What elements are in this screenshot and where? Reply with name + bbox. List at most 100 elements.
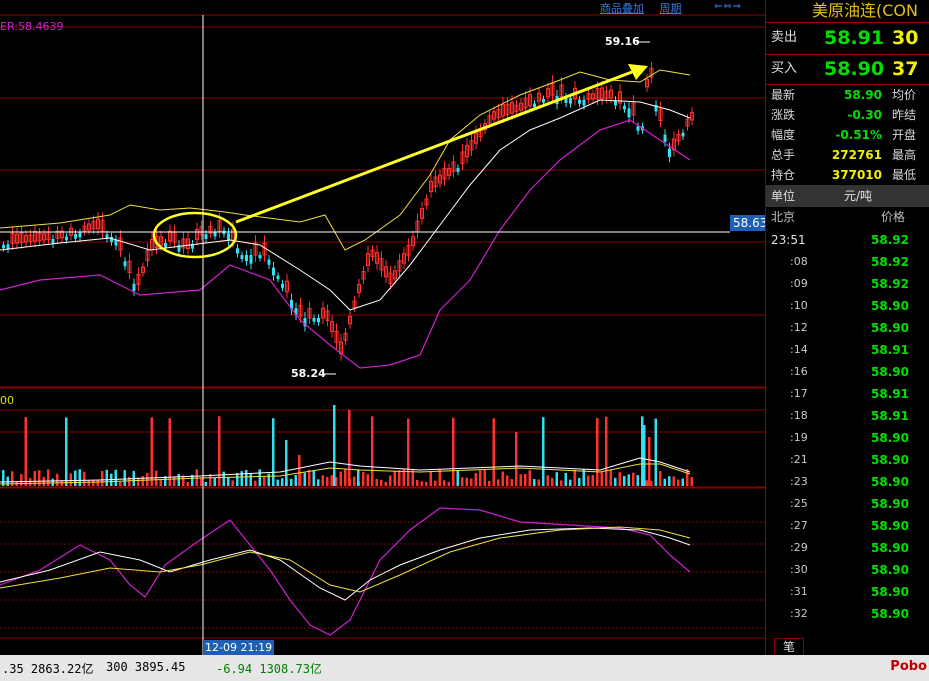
volume-bar <box>186 481 189 486</box>
macd-signal-line <box>0 526 691 593</box>
volume-bar <box>159 479 162 486</box>
candle-body <box>663 134 667 142</box>
tick-time: :14 <box>790 343 808 356</box>
volume-bar <box>366 474 369 486</box>
volume-bar <box>488 481 491 486</box>
volume-bar <box>87 480 90 486</box>
quote-field-label: 总手 <box>771 148 796 162</box>
volume-bar <box>452 417 455 486</box>
volume-bar <box>434 480 437 486</box>
volume-bar <box>290 478 293 486</box>
buy-row[interactable]: 买入 58.90 37 <box>766 55 929 83</box>
candle-body <box>582 99 586 106</box>
volume-bar <box>483 469 486 486</box>
volume-bar <box>389 475 392 486</box>
tick-price: 58.90 <box>871 519 909 533</box>
quote-field-label-2: 最低 <box>892 168 917 182</box>
volume-bar <box>479 470 482 486</box>
volume-bar <box>407 418 410 486</box>
volume-bar <box>492 418 495 486</box>
tick-time: :19 <box>790 431 808 444</box>
volume-bar <box>524 473 527 486</box>
tick-price: 58.91 <box>871 343 909 357</box>
volume-bar <box>173 476 176 486</box>
volume-bar <box>236 473 239 486</box>
volume-bar <box>438 469 441 486</box>
tick-price: 58.90 <box>871 431 909 445</box>
volume-bar <box>416 479 419 486</box>
volume-bar <box>263 476 266 486</box>
volume-bar <box>231 480 234 486</box>
volume-bar <box>353 476 356 486</box>
tab-ticks[interactable]: 笔 <box>774 638 804 655</box>
kline-chart-svg[interactable] <box>0 0 765 655</box>
volume-bar <box>308 469 311 486</box>
volume-bar <box>501 471 504 486</box>
divider <box>766 22 929 23</box>
volume-bar <box>614 477 617 486</box>
candle-body <box>681 132 685 137</box>
instrument-title: 美原油连(CON <box>812 1 918 20</box>
kline-chart-area[interactable]: 商品叠加 周期 ⇐⇔⇒ ER:58.4639 59.16 58.24 58.63… <box>0 0 771 655</box>
candle-body <box>668 148 671 158</box>
volume-bar <box>528 470 531 486</box>
sell-row[interactable]: 卖出 58.91 30 <box>766 24 929 52</box>
quote-field-label: 涨跌 <box>771 108 796 122</box>
tick-row: :10 58.90 <box>766 295 929 317</box>
volume-bar <box>105 469 108 486</box>
volume-bar <box>276 479 279 486</box>
volume-bar <box>456 470 459 486</box>
volume-indicator-label: 00 <box>0 394 14 407</box>
candle-body <box>456 167 460 172</box>
volume-bar <box>155 470 158 486</box>
period-link[interactable]: 周期 <box>660 2 682 15</box>
tick-row: :30 58.90 <box>766 559 929 581</box>
overlay-commodity-link[interactable]: 商品叠加 <box>600 2 644 15</box>
candle-body <box>78 232 82 238</box>
volume-bar <box>321 475 324 486</box>
tick-row: :16 58.90 <box>766 361 929 383</box>
candle-body <box>132 283 136 291</box>
volume-bar <box>546 475 549 486</box>
quote-field-row: 涨跌 -0.30 昨结 <box>766 105 929 125</box>
volume-bar <box>474 473 477 486</box>
volume-bar <box>596 418 599 486</box>
volume-bar <box>227 477 230 486</box>
tick-price: 58.90 <box>871 475 909 489</box>
volume-bar <box>551 477 554 486</box>
candle-body <box>569 98 572 104</box>
volume-bar <box>362 471 365 486</box>
sell-price: 58.91 <box>824 27 885 49</box>
volume-bar <box>497 479 500 486</box>
volume-bar <box>294 474 297 486</box>
tick-time: :23 <box>790 475 808 488</box>
candle-body <box>204 234 208 239</box>
volume-bar <box>569 479 572 486</box>
chart-nav-arrows-icon[interactable]: ⇐⇔⇒ <box>714 1 742 12</box>
volume-bar <box>519 474 522 486</box>
quote-field-row: 幅度 -0.51% 开盘 <box>766 125 929 145</box>
quote-field-value: 377010 <box>831 168 882 182</box>
volume-bar <box>555 472 558 486</box>
quote-field-row: 最新 58.90 均价 <box>766 85 929 105</box>
volume-bar <box>123 470 126 486</box>
volume-bar <box>663 478 666 486</box>
tick-row: :08 58.92 <box>766 251 929 273</box>
middle-band-line <box>0 99 691 311</box>
volume-bar <box>470 478 473 486</box>
volume-bar <box>114 469 117 486</box>
volume-bar <box>677 479 680 486</box>
tick-time: :08 <box>790 255 808 268</box>
volume-bar <box>587 475 590 486</box>
volume-spike-bar <box>357 470 360 486</box>
volume-bar <box>600 472 603 486</box>
tick-price: 58.90 <box>871 607 909 621</box>
candle-body <box>74 234 77 239</box>
candle-body <box>623 105 626 110</box>
tick-price: 58.91 <box>871 387 909 401</box>
volume-bar <box>672 476 675 486</box>
volume-bar <box>681 478 684 486</box>
volume-bar <box>69 473 72 486</box>
volume-bar <box>213 477 216 486</box>
tick-time: :12 <box>790 321 808 334</box>
